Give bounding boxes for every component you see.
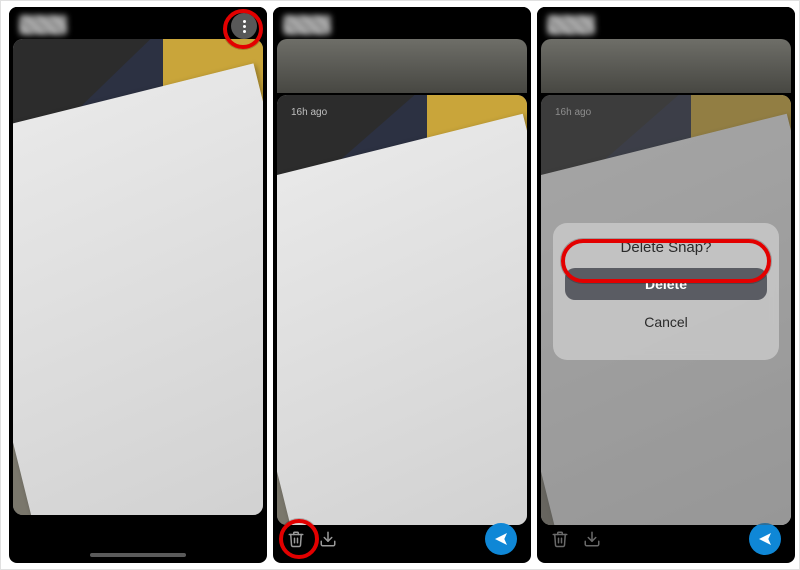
more-options-button[interactable]: [231, 13, 257, 39]
phone-panel-2: 16h ago: [273, 7, 531, 563]
snap-timestamp: 16h ago: [291, 107, 327, 118]
snap-header: [9, 7, 267, 39]
download-icon[interactable]: [583, 530, 601, 548]
user-avatar-blurred: [283, 15, 331, 35]
send-button[interactable]: [749, 523, 781, 555]
download-icon[interactable]: [319, 530, 337, 548]
snap-photo-viewport: 16h ago Delete Snap? Delete Cancel: [541, 95, 791, 525]
cancel-button[interactable]: Cancel: [565, 306, 767, 338]
user-avatar-blurred: [547, 15, 595, 35]
phone-panel-1: [9, 7, 267, 563]
snap-photo-viewport[interactable]: 16h ago: [277, 95, 527, 525]
snap-photo: 16h ago: [277, 95, 527, 525]
preview-topband: [277, 39, 527, 93]
home-indicator: [90, 553, 186, 557]
trash-icon[interactable]: [287, 530, 305, 548]
snap-photo-viewport[interactable]: [13, 39, 263, 515]
delete-button[interactable]: Delete: [565, 268, 767, 300]
phone-panel-3: 16h ago Delete Snap? Delete Cancel: [537, 7, 795, 563]
trash-icon[interactable]: [551, 530, 569, 548]
dialog-title: Delete Snap?: [565, 239, 767, 256]
snap-header: [537, 7, 795, 39]
delete-dialog: Delete Snap? Delete Cancel: [553, 223, 779, 360]
preview-topband: [541, 39, 791, 93]
snap-action-bar: [537, 519, 795, 559]
snap-header: [273, 7, 531, 39]
tutorial-composite: 16h ago: [0, 0, 800, 570]
send-button[interactable]: [485, 523, 517, 555]
user-avatar-blurred: [19, 15, 67, 35]
snap-photo: [13, 39, 263, 515]
snap-action-bar: [273, 519, 531, 559]
